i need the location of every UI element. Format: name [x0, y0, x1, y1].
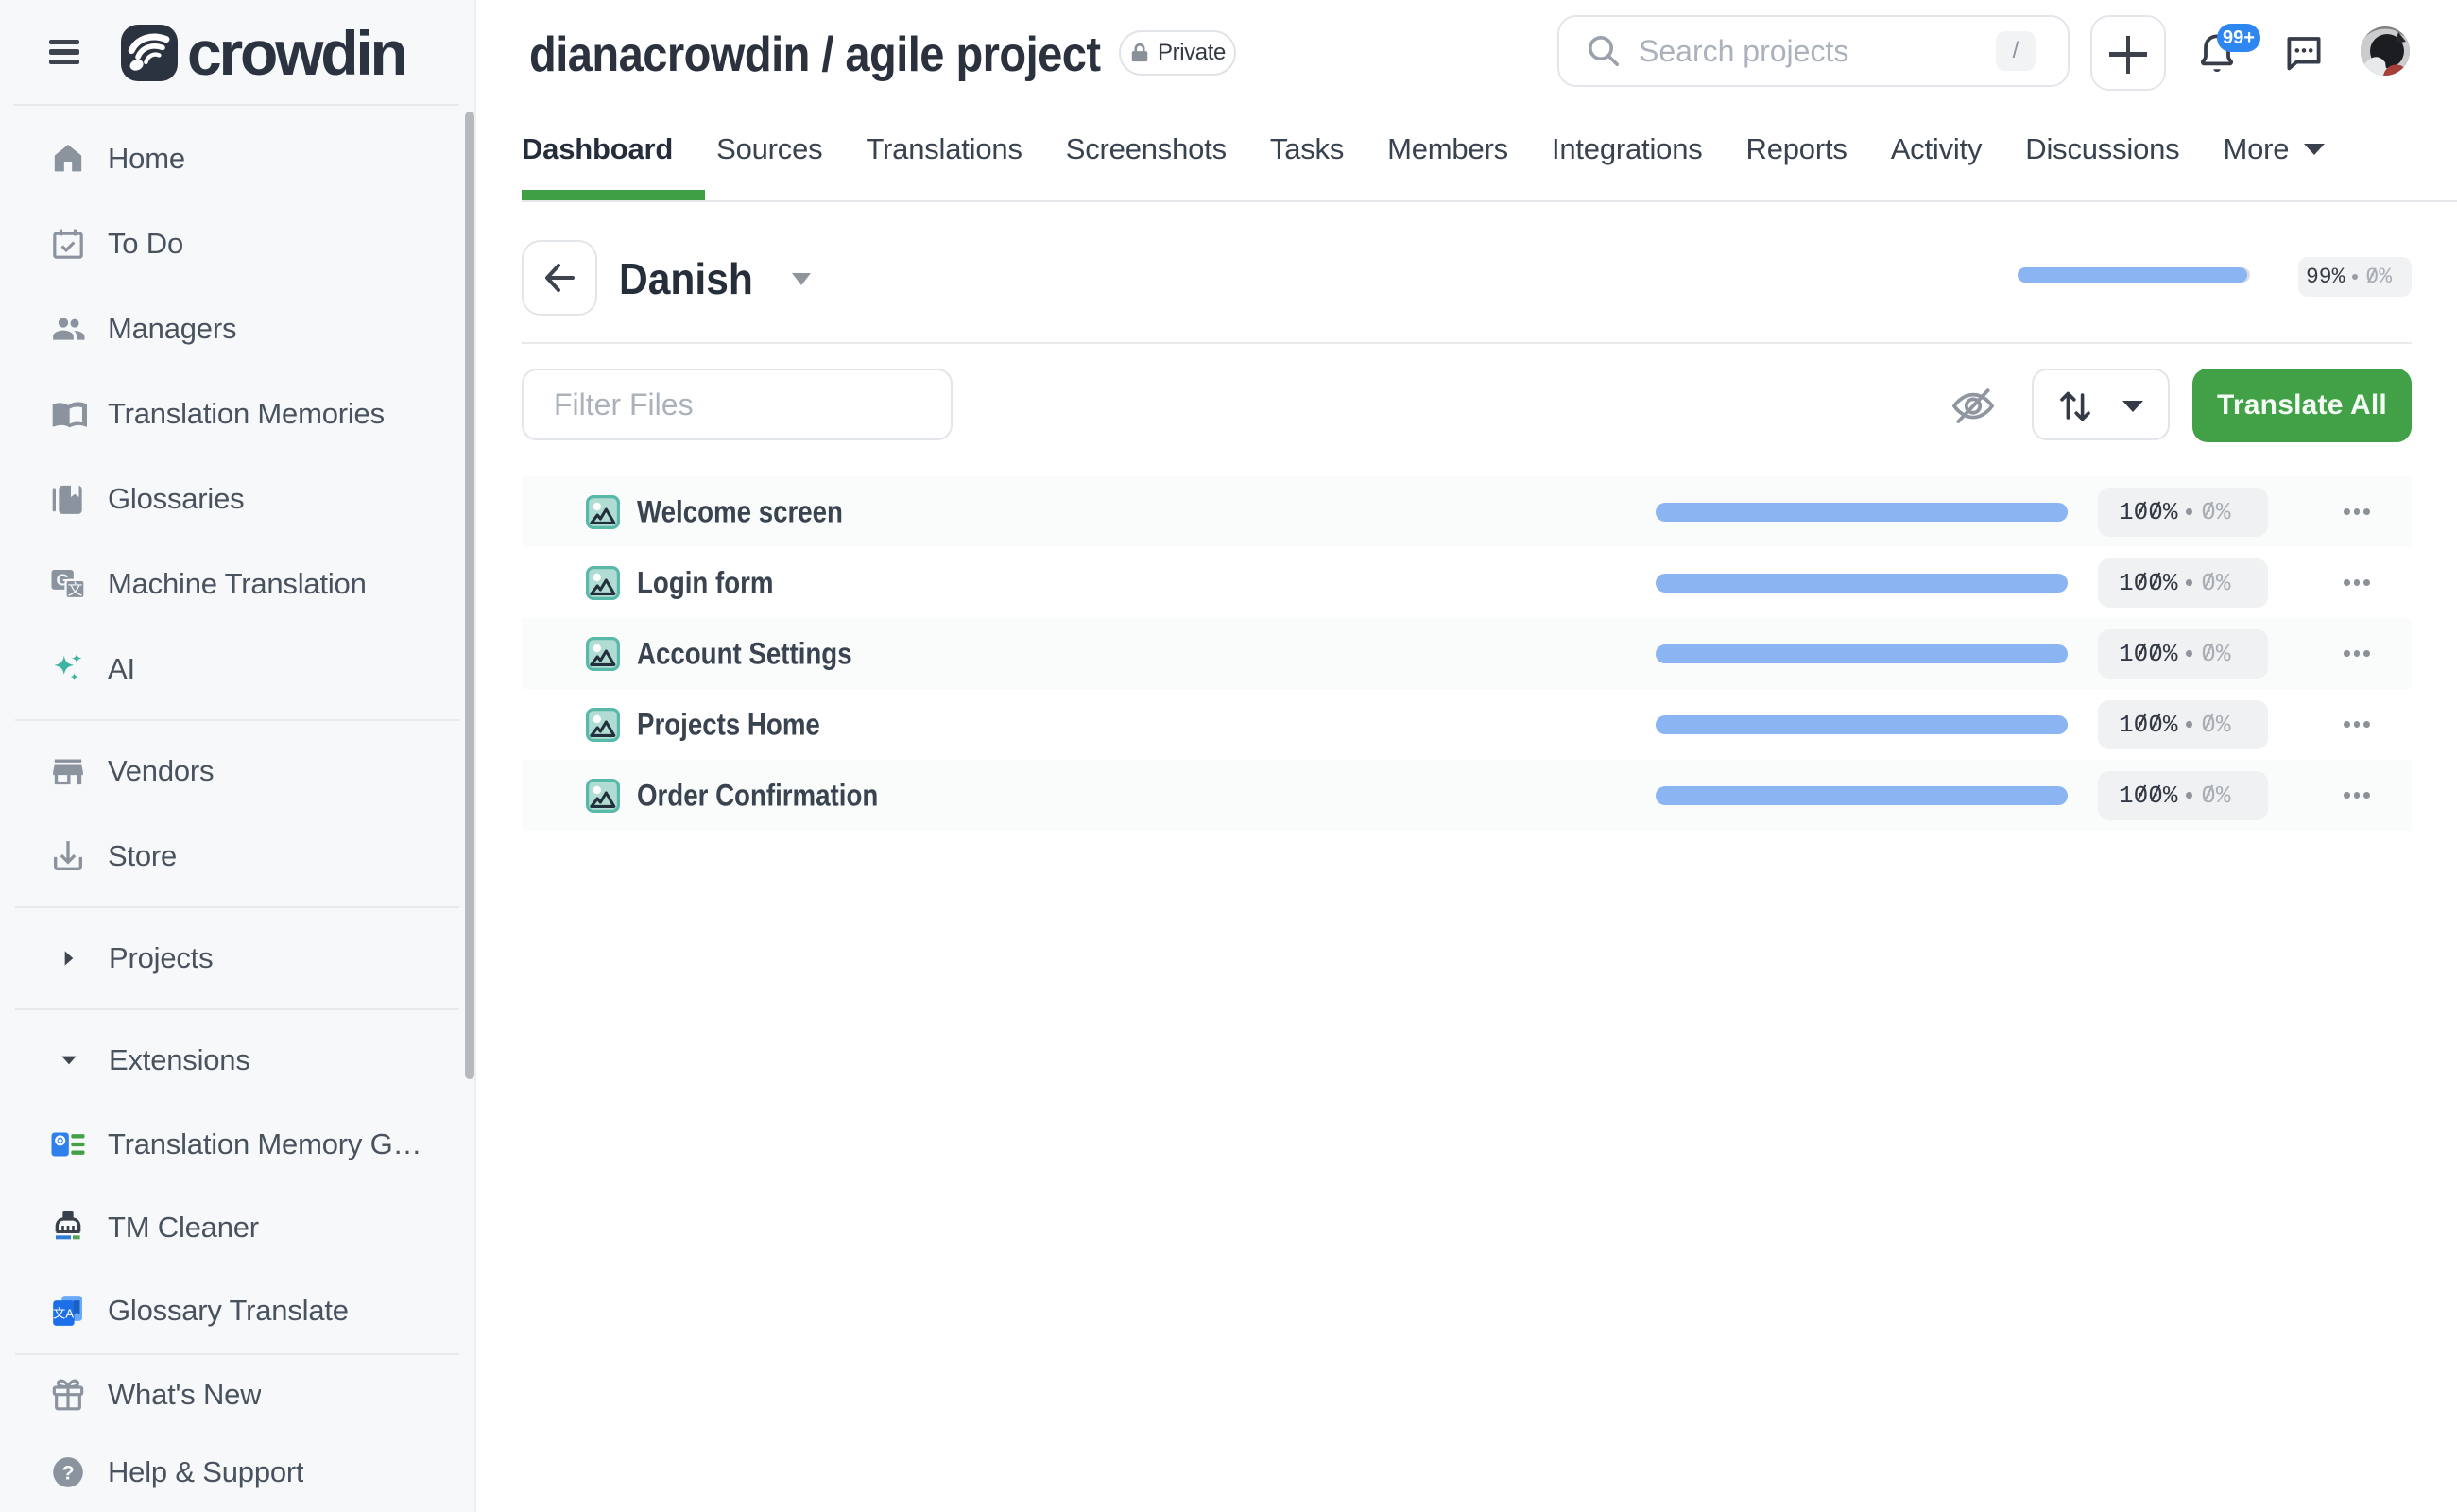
- svg-text:文: 文: [68, 581, 83, 598]
- svg-text:文A: 文A: [53, 1307, 74, 1321]
- svg-text:?: ?: [61, 1461, 74, 1485]
